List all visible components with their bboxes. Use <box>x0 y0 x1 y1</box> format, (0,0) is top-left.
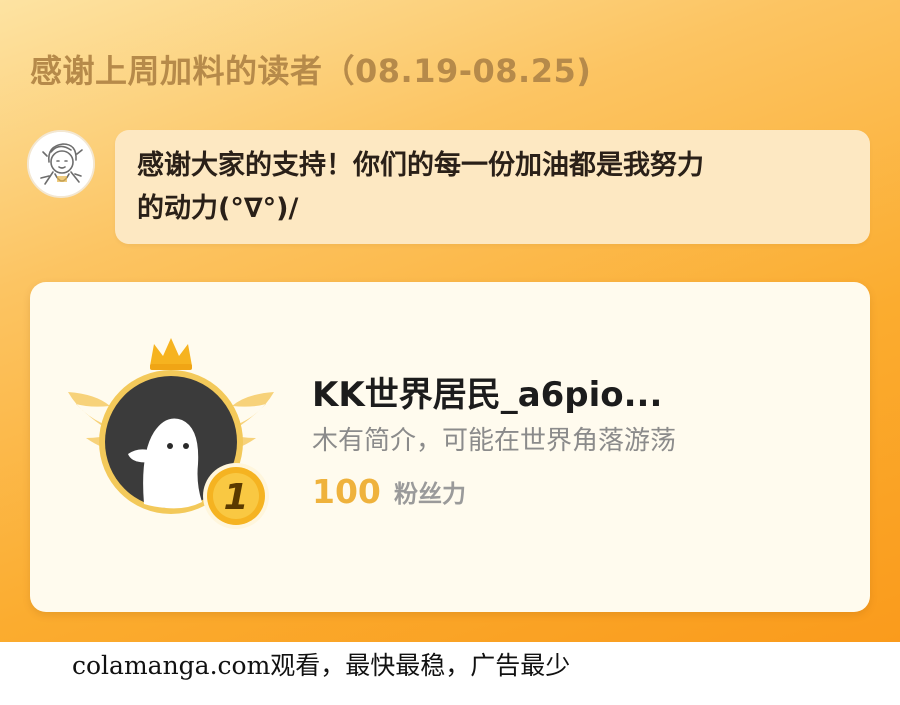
author-avatar[interactable] <box>27 130 95 198</box>
reader-bio: 木有简介，可能在世界角落游荡 <box>312 426 677 456</box>
gold-medal-icon: 1 <box>203 463 269 529</box>
thanks-panel: 感谢上周加料的读者（08.19-08.25) 感谢大家的支持！你们的每一份加油都… <box>0 0 900 642</box>
fan-power-value: 100 <box>312 472 381 511</box>
sketch-character-icon <box>29 132 93 196</box>
top-reader-card[interactable]: 1 KK世界居民_a6pio... 木有简介，可能在世界角落游荡 100 粉丝力 <box>30 282 870 612</box>
author-message-text: 感谢大家的支持！你们的每一份加油都是我努力 的动力(°∇°)/ <box>137 150 704 224</box>
watermark-text: colamanga.com观看，最快最稳，广告最少 <box>72 651 571 680</box>
reader-name[interactable]: KK世界居民_a6pio... <box>312 367 662 416</box>
reader-avatar[interactable]: 1 <box>66 334 276 534</box>
crown-icon <box>150 338 192 370</box>
author-message-bubble: 感谢大家的支持！你们的每一份加油都是我努力 的动力(°∇°)/ <box>115 130 870 244</box>
reader-avatar-graphic: 1 <box>68 338 274 529</box>
fan-power: 100 粉丝力 <box>312 472 466 511</box>
page-title: 感谢上周加料的读者（08.19-08.25) <box>30 52 592 90</box>
rank-number: 1 <box>223 477 248 518</box>
fan-power-label: 粉丝力 <box>393 480 466 508</box>
